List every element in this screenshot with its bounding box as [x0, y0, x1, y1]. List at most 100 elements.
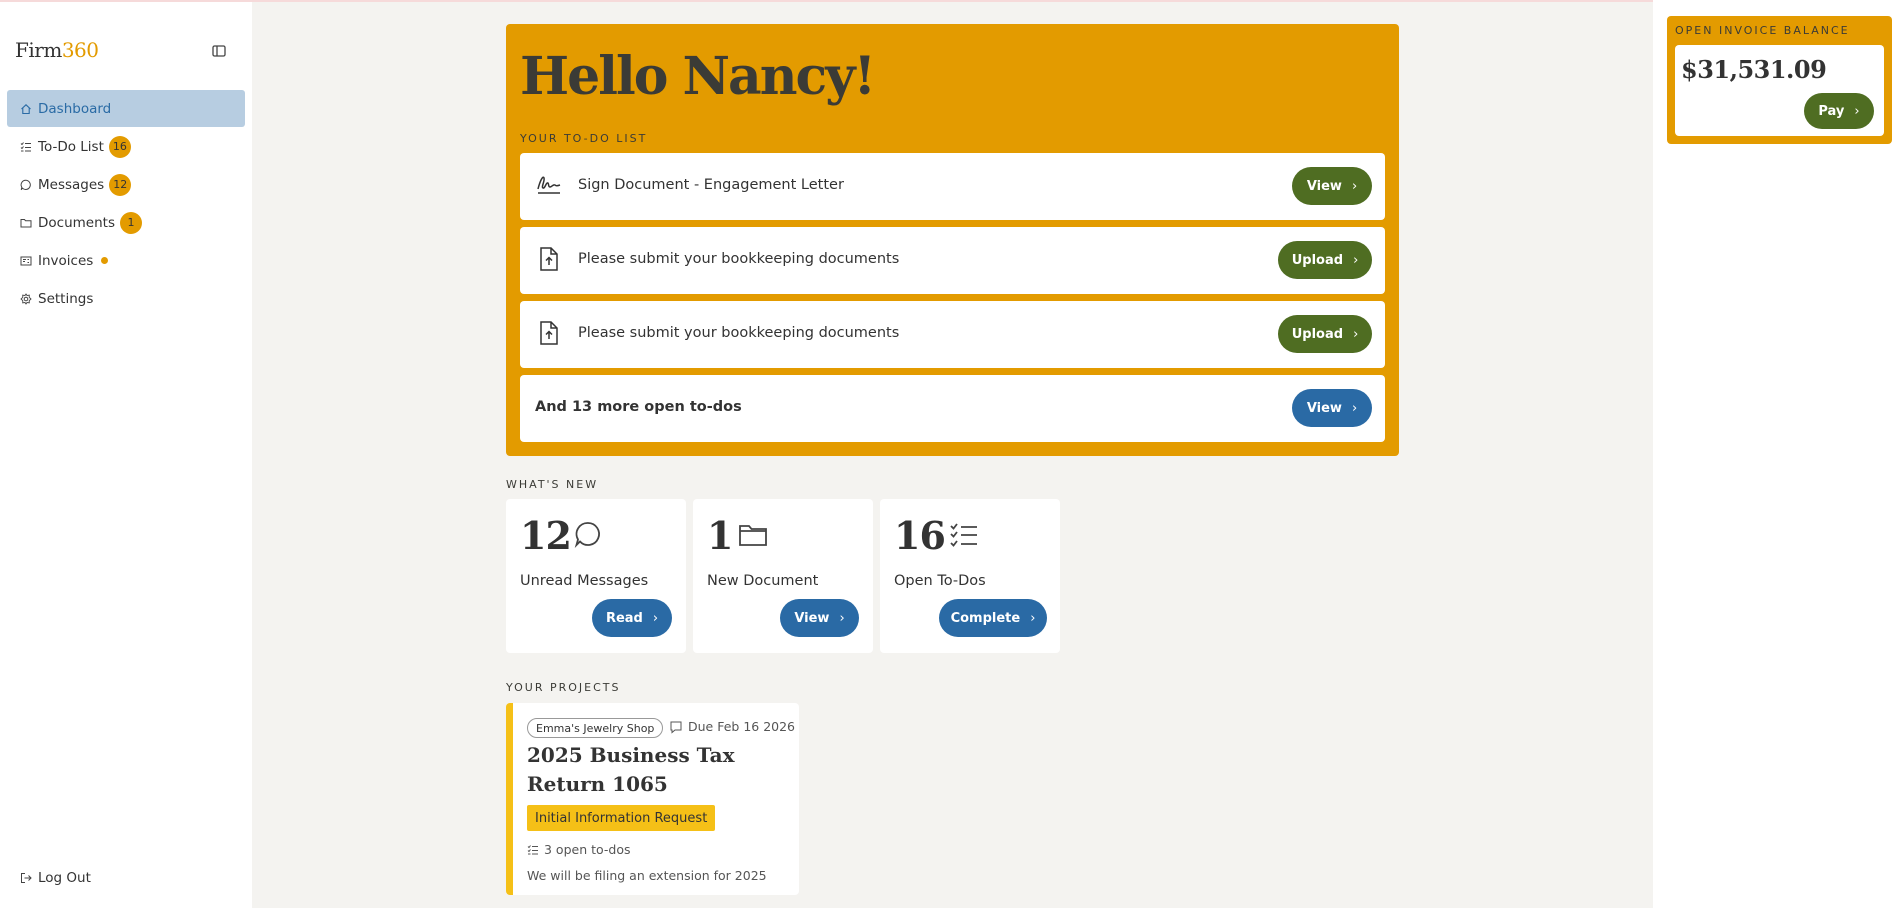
view-document-button[interactable]: View › [1292, 167, 1372, 205]
stat-number: 1 [707, 513, 733, 558]
projects-label: YOUR PROJECTS [506, 681, 621, 694]
greeting-title: Hello Nancy! [520, 46, 876, 107]
chevron-right-icon: › [1030, 610, 1036, 626]
sidebar-item-dashboard[interactable]: Dashboard [7, 90, 245, 127]
complete-todos-button[interactable]: Complete › [939, 599, 1047, 637]
sidebar-item-label: Settings [38, 290, 94, 307]
sidebar-item-label: Invoices [38, 252, 94, 269]
upload-button[interactable]: Upload › [1278, 315, 1372, 353]
sidebar-item-settings[interactable]: Settings [7, 280, 245, 317]
upload-file-icon [540, 247, 558, 271]
button-label: Pay [1818, 103, 1845, 119]
read-messages-button[interactable]: Read › [592, 599, 672, 637]
stat-number: 16 [894, 513, 946, 558]
greeting-card: Hello Nancy! YOUR TO-DO LIST Sign Docume… [506, 24, 1399, 456]
invoice-icon [20, 256, 32, 265]
button-label: View [1306, 178, 1342, 194]
todo-count-badge: 16 [108, 135, 131, 158]
new-document-card: 1 New Document View › [693, 499, 873, 653]
view-documents-button[interactable]: View › [780, 599, 859, 637]
project-note: We will be filing an extension for 2025 [527, 868, 767, 883]
message-icon [20, 179, 31, 190]
message-icon [574, 522, 600, 549]
checklist-icon [527, 844, 538, 854]
chevron-right-icon: › [652, 610, 659, 626]
button-label: Complete [950, 610, 1021, 626]
button-label: Read [605, 610, 643, 626]
logo-text-firm: Firm [15, 38, 62, 62]
messages-count-badge: 12 [109, 173, 132, 196]
logout-icon [21, 873, 32, 883]
sidebar-item-label: Dashboard [38, 100, 112, 117]
folder-icon [20, 218, 32, 227]
button-label: View [1306, 400, 1342, 416]
open-todos-text: 3 open to-dos [544, 842, 631, 857]
project-open-todos: 3 open to-dos [527, 842, 630, 857]
stat-number: 12 [520, 513, 572, 558]
sidebar-item-documents[interactable]: Documents 1 [7, 204, 245, 241]
invoice-balance-card: OPEN INVOICE BALANCE $31,531.09 Pay › [1667, 16, 1892, 144]
logout-link[interactable]: Log Out [20, 870, 91, 886]
chevron-right-icon: › [1351, 400, 1358, 416]
sidebar-item-todo-list[interactable]: To-Do List 16 [7, 128, 245, 165]
due-date-text: Due Feb 16 2026 [688, 719, 796, 734]
logo-text-360: 360 [61, 38, 99, 62]
invoice-amount: $31,531.09 [1681, 55, 1827, 84]
folder-icon [739, 525, 767, 546]
sidebar-item-label: Documents [38, 214, 115, 231]
todo-item-text: Please submit your bookkeeping documents [578, 251, 900, 267]
todo-item: Sign Document - Engagement Letter View › [520, 153, 1385, 220]
button-label: View [794, 610, 830, 626]
invoice-balance-body: $31,531.09 Pay › [1675, 45, 1884, 136]
project-stage-badge: Initial Information Request [527, 805, 716, 831]
checklist-icon [950, 523, 977, 547]
todo-item: Please submit your bookkeeping documents… [520, 301, 1385, 368]
calendar-flag-icon [670, 721, 682, 734]
whats-new-label: WHAT'S NEW [506, 478, 599, 491]
chevron-right-icon: › [1353, 252, 1359, 268]
signature-icon [537, 176, 561, 194]
todo-item-text: Please submit your bookkeeping documents [578, 325, 900, 341]
sidebar-item-invoices[interactable]: Invoices [7, 242, 245, 279]
unread-messages-card: 12 Unread Messages Read › [506, 499, 686, 653]
sidebar-item-label: To-Do List [38, 138, 104, 155]
pay-button[interactable]: Pay › [1804, 93, 1874, 129]
stat-label: Open To-Dos [894, 573, 986, 589]
sidebar-item-messages[interactable]: Messages 12 [7, 166, 245, 203]
button-label: Upload [1291, 252, 1344, 268]
invoices-notification-dot [101, 257, 109, 264]
client-tag: Emma's Jewelry Shop [527, 718, 664, 738]
todo-section-label: YOUR TO-DO LIST [520, 132, 648, 145]
sidebar: Firm360 Dashboard To-Do List 16 Messages… [0, 2, 252, 908]
chevron-right-icon: › [1353, 326, 1359, 342]
home-icon [21, 103, 31, 114]
view-all-todos-button[interactable]: View › [1292, 389, 1372, 427]
documents-count-badge: 1 [119, 211, 142, 234]
firm360-logo[interactable]: Firm360 [15, 38, 99, 62]
project-card[interactable]: Emma's Jewelry Shop Due Feb 16 2026 2025… [506, 703, 799, 895]
top-border [0, 0, 1904, 2]
todo-item-text: Sign Document - Engagement Letter [578, 177, 844, 193]
stat-label: Unread Messages [520, 573, 649, 589]
logout-label: Log Out [38, 870, 91, 886]
upload-file-icon [540, 321, 558, 345]
todo-more-row: And 13 more open to-dos View › [520, 375, 1385, 442]
button-label: Upload [1291, 326, 1344, 342]
collapse-sidebar-button[interactable] [210, 42, 228, 60]
project-title: 2025 Business Tax Return 1065 [527, 743, 735, 796]
checklist-icon [20, 141, 31, 151]
todo-item: Please submit your bookkeeping documents… [520, 227, 1385, 294]
sidebar-item-label: Messages [38, 176, 105, 193]
due-date: Due Feb 16 2026 [669, 719, 795, 734]
sidebar-nav: Dashboard To-Do List 16 Messages 12 Docu… [7, 90, 245, 318]
chevron-right-icon: › [1854, 103, 1860, 119]
chevron-right-icon: › [839, 610, 845, 626]
sidebar-toggle-icon [212, 45, 226, 57]
open-todos-card: 16 Open To-Dos Complete › [880, 499, 1060, 653]
todo-more-text: And 13 more open to-dos [535, 399, 742, 415]
stat-label: New Document [707, 573, 819, 589]
upload-button[interactable]: Upload › [1278, 241, 1372, 279]
gear-icon [20, 292, 32, 305]
invoice-balance-label: OPEN INVOICE BALANCE [1675, 24, 1850, 37]
chevron-right-icon: › [1351, 178, 1358, 194]
